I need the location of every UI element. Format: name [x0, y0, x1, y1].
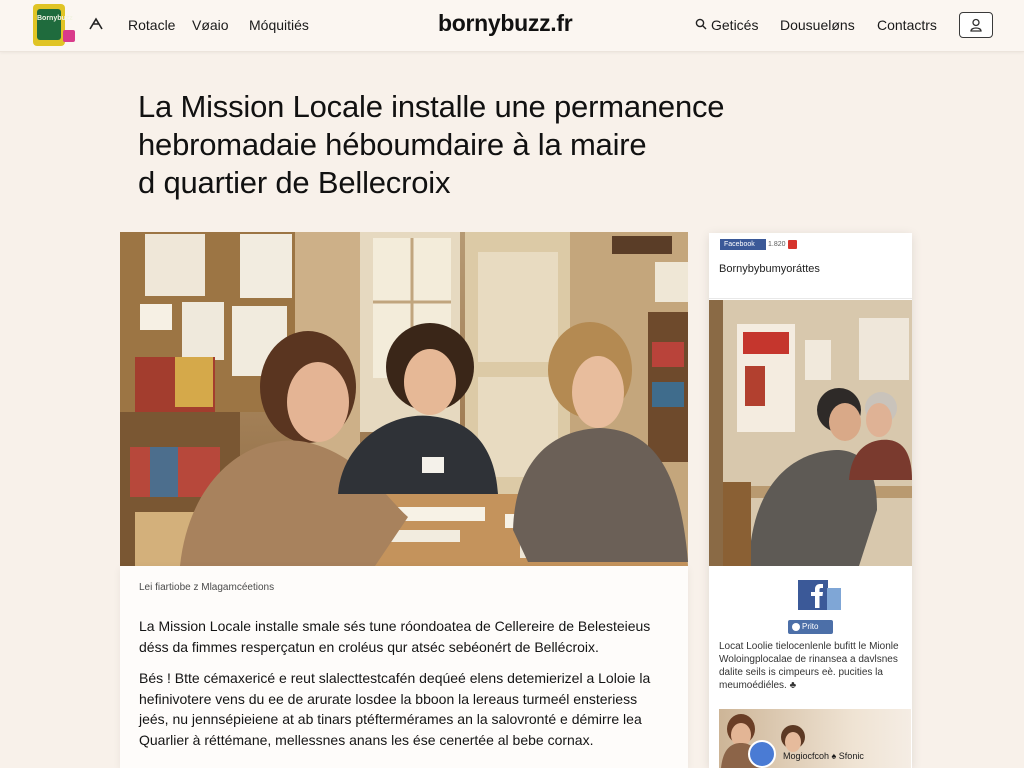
sidebar-illustration [709, 300, 912, 566]
sidebar-divider [709, 298, 912, 299]
facebook-like-button[interactable]: Facebook [720, 239, 766, 250]
sidebar-description: Locat Loolie tielocenlenle bufitt le Mio… [719, 641, 899, 691]
sidebar-page-name[interactable]: Bornybybumyoráttes [719, 263, 820, 275]
nav-link-dousuelons[interactable]: Dousueløns [780, 17, 855, 33]
site-title[interactable]: bornybuzz.fr [438, 10, 573, 37]
camera-icon [792, 623, 800, 631]
like-count: 1.820 [768, 241, 786, 248]
site-logo[interactable]: Bornybuzz [33, 4, 75, 48]
nav-link-getices[interactable]: Geticés [711, 17, 758, 33]
logo-tag [63, 30, 75, 42]
nav-link-vaio[interactable]: Vøaio [192, 17, 229, 33]
nav-link-contacts[interactable]: Contactrs [877, 17, 937, 33]
photo-caption: Lei fiartiobe z Mlagamcéetions [139, 582, 275, 593]
nav-link-rotacle[interactable]: Rotacle [128, 17, 175, 33]
article-title: La Mission Locale installe une permanenc… [138, 88, 898, 202]
logo-mark: Bornybuzz [37, 9, 73, 40]
search-icon[interactable] [695, 18, 707, 30]
hamburger-icon[interactable] [89, 17, 103, 31]
site-header: Bornybuzz Rotacle Vøaio Móquitiés bornyb… [0, 0, 1024, 52]
facebook-icon[interactable] [797, 578, 841, 612]
article-title-line-3: d quartier de Bellecroix [138, 165, 451, 200]
article-paragraph: Bés ! Btte cémaxericé e reut slalecttest… [139, 670, 651, 748]
user-icon [970, 18, 982, 32]
hero-illustration [120, 232, 688, 566]
article-title-line-2: hebromadaie héboumdaire à la maire [138, 127, 647, 162]
article-paragraph: La Mission Locale installe smale sés tun… [139, 618, 651, 655]
nav-link-moquities[interactable]: Móquitiés [249, 17, 309, 33]
article-hero-photo [120, 232, 688, 566]
share-icon[interactable] [788, 240, 797, 249]
article-title-line-1: La Mission Locale installe une permanenc… [138, 89, 725, 124]
sidebar-photo[interactable] [709, 300, 912, 566]
avatar[interactable] [748, 740, 776, 768]
account-button[interactable] [959, 12, 993, 38]
photo-button-label: Prito [802, 622, 819, 631]
thumbnail-caption: Mogiocfcoh ♠ Sfonic [783, 751, 864, 761]
